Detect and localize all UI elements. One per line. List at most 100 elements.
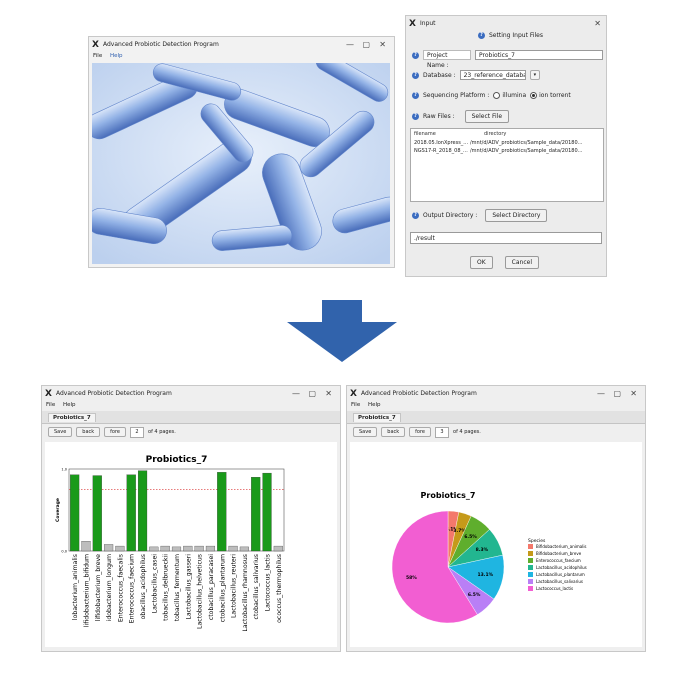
y-axis-label: Coverage — [55, 498, 61, 522]
pager: Save back fore 2 of 4 pages. — [48, 426, 176, 438]
maximize-icon[interactable]: ▢ — [362, 37, 370, 53]
help-icon: ? — [412, 113, 419, 120]
bar — [149, 546, 159, 552]
info-icon: ? — [478, 32, 485, 39]
bar — [205, 545, 216, 552]
bar — [194, 545, 204, 552]
files-table[interactable]: filename directory 2018.05.IonXpress_...… — [410, 128, 604, 202]
radio-illumina[interactable]: illumina — [493, 92, 526, 99]
input-dialog: X Input ✕ ? Setting Input Files ? Projec… — [405, 15, 607, 277]
page-input[interactable]: 2 — [130, 426, 145, 438]
slice-label: 13.1% — [478, 572, 494, 578]
maximize-icon[interactable]: ▢ — [308, 386, 316, 402]
title-bar[interactable]: X Advanced Probiotic Detection Program —… — [89, 37, 394, 53]
legend-swatch — [528, 544, 533, 549]
app-logo-icon: X — [350, 389, 357, 399]
fore-button[interactable]: fore — [409, 427, 432, 437]
fore-button[interactable]: fore — [104, 427, 127, 437]
table-row[interactable]: 2018.05.IonXpress_... /mnt/d/ADV_probiot… — [411, 139, 603, 147]
ok-button[interactable]: OK — [470, 256, 493, 269]
raw-files-label: Raw Files : — [423, 113, 455, 120]
raw-files-row: ? Raw Files : Select File — [412, 110, 510, 123]
menu-bar: File Help — [89, 53, 394, 62]
x-tick-label: idobacterium_longum — [106, 554, 113, 621]
legend-label: Bifidobacterium_breve — [536, 551, 582, 556]
window-title: Advanced Probiotic Detection Program — [103, 41, 219, 48]
tab-probiotics[interactable]: Probiotics_7 — [353, 413, 401, 422]
tab-probiotics[interactable]: Probiotics_7 — [48, 413, 96, 422]
chart-title: Probiotics_7 — [421, 491, 476, 500]
cancel-button[interactable]: Cancel — [504, 256, 539, 269]
bar — [183, 545, 193, 552]
back-button[interactable]: back — [76, 427, 101, 437]
project-name-input[interactable]: Probiotics_7 — [475, 50, 603, 60]
save-button[interactable]: Save — [353, 427, 378, 437]
bar — [171, 546, 182, 552]
dialog-buttons: OK Cancel — [470, 256, 539, 269]
title-bar[interactable]: X Advanced Probiotic Detection Program —… — [347, 386, 645, 402]
x-tick-label: ctobacillus_plantarum — [219, 554, 226, 622]
dialog-title-bar[interactable]: X Input ✕ — [406, 16, 606, 32]
legend-label: Enterococcus_faecium — [536, 558, 581, 563]
main-window-top: X Advanced Probiotic Detection Program —… — [88, 36, 395, 268]
bar — [115, 545, 125, 552]
tab-strip: Probiotics_7 — [347, 411, 645, 424]
select-file-button[interactable]: Select File — [464, 110, 510, 123]
pie-chart: Probiotics_73.1%3.7%6.5%8.3%13.1%6.5%58%… — [391, 491, 587, 624]
dropdown-arrow-icon[interactable]: ▾ — [529, 70, 541, 80]
help-icon: ? — [412, 92, 419, 99]
slice-label: 6.5% — [464, 534, 477, 540]
close-icon[interactable]: ✕ — [325, 386, 332, 402]
dialog-header: ? Setting Input Files — [478, 32, 543, 39]
bar — [70, 474, 80, 552]
output-directory-label: Output Directory : — [423, 212, 478, 219]
x-tick-label: Enterococcus_faecium — [129, 554, 136, 623]
database-select[interactable]: 23_reference_database — [459, 70, 526, 80]
close-icon[interactable]: ✕ — [379, 37, 386, 53]
x-tick-label: Lactococcus_lactis — [265, 554, 272, 611]
output-directory-input[interactable]: ./result — [410, 232, 602, 244]
menu-file[interactable]: File — [46, 402, 55, 408]
menu-help[interactable]: Help — [63, 402, 76, 408]
menu-help[interactable]: Help — [110, 53, 123, 59]
bar — [217, 472, 227, 552]
legend-swatch — [528, 565, 533, 570]
legend-label: Bifidobacterium_animalis — [536, 544, 587, 549]
title-bar[interactable]: X Advanced Probiotic Detection Program —… — [42, 386, 340, 402]
dialog-title: Input — [420, 20, 436, 27]
down-arrow-icon — [287, 300, 397, 362]
minimize-icon[interactable]: — — [597, 386, 605, 402]
legend-swatch — [528, 572, 533, 577]
close-icon[interactable]: ✕ — [594, 16, 601, 32]
bar — [104, 544, 114, 552]
radio-ion-torrent[interactable]: ion torrent — [530, 92, 571, 99]
save-button[interactable]: Save — [48, 427, 73, 437]
x-tick-label: lifidobacterium_breve — [95, 554, 102, 622]
chart-canvas: Probiotics_7 3.1% 3.7% 6.5% 8.3% 13.1% 6.5% 58%… — [350, 442, 642, 647]
slice-label: 6.5% — [468, 592, 481, 598]
project-row: ? Project Name : Probiotics_7 — [412, 50, 603, 69]
x-tick-label: Enterococcus_faecalis — [117, 554, 124, 622]
y-tick-label: 0.0 — [61, 550, 67, 554]
x-tick-label: ctobacillus_salivarius — [253, 554, 260, 619]
x-tick-label: lifidobacterium_bifidum — [83, 554, 90, 627]
legend-label: Lactobacillus_acidophilus — [536, 565, 587, 570]
select-directory-button[interactable]: Select Directory — [485, 209, 548, 222]
bar-chart-window: X Advanced Probiotic Detection Program —… — [41, 385, 341, 652]
minimize-icon[interactable]: — — [292, 386, 300, 402]
minimize-icon[interactable]: — — [346, 37, 354, 53]
pager: Save back fore 3 of 4 pages. — [353, 426, 481, 438]
legend-swatch — [528, 579, 533, 584]
close-icon[interactable]: ✕ — [630, 386, 637, 402]
x-tick-label: Lactobacillus_reuteri — [231, 554, 238, 618]
page-input[interactable]: 3 — [435, 426, 450, 438]
back-button[interactable]: back — [381, 427, 406, 437]
x-tick-label: Lactobacillus_helveticus — [197, 554, 204, 629]
menu-help[interactable]: Help — [368, 402, 381, 408]
menu-file[interactable]: File — [93, 53, 102, 59]
maximize-icon[interactable]: ▢ — [613, 386, 621, 402]
menu-file[interactable]: File — [351, 402, 360, 408]
table-row[interactable]: NGS17-R_2018_08_... /mnt/d/ADV_probiotic… — [411, 147, 603, 155]
x-tick-label: lobacterium_animalis — [72, 554, 79, 620]
bar — [251, 477, 261, 552]
